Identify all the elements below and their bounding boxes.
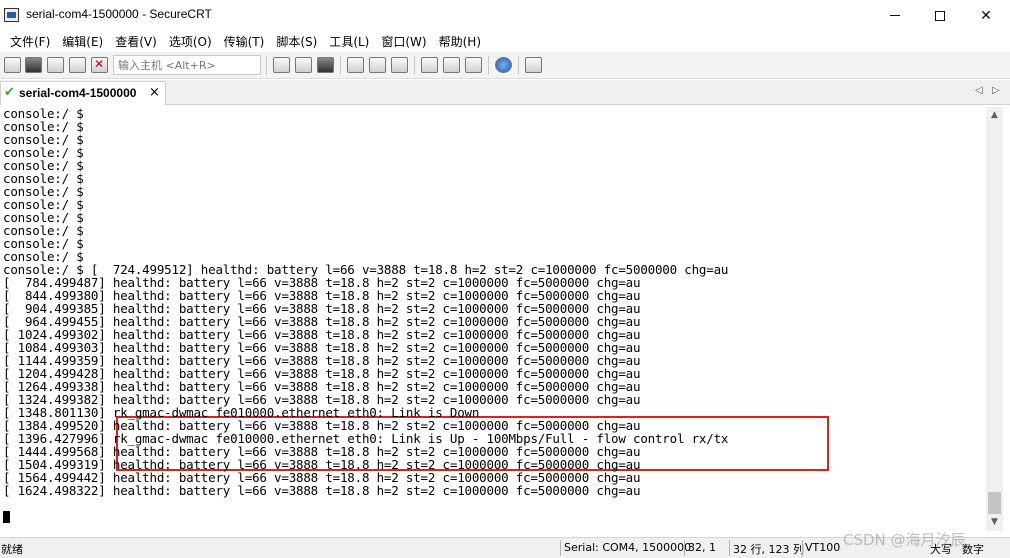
- securecrt-app-icon: [4, 8, 19, 22]
- menu-script[interactable]: 脚本(S): [270, 33, 323, 50]
- menu-bar: 文件(F) 编辑(E) 查看(V) 选项(O) 传输(T) 脚本(S) 工具(L…: [0, 31, 1010, 52]
- status-divider: [684, 540, 685, 556]
- print-screen-icon[interactable]: [391, 57, 408, 73]
- disconnect-icon[interactable]: [91, 57, 108, 73]
- minimize-button[interactable]: [872, 0, 918, 31]
- toolbar-separator: [266, 56, 267, 75]
- toolbar: [0, 52, 1010, 79]
- toolbar-separator: [414, 56, 415, 75]
- scrollbar-thumb[interactable]: [988, 492, 1001, 514]
- status-terminal-size: 32 行, 123 列: [733, 543, 804, 556]
- session-tab-label: serial-com4-1500000: [19, 86, 137, 100]
- window-title: serial-com4-1500000 - SecureCRT: [26, 7, 212, 21]
- copy-icon[interactable]: [273, 57, 290, 73]
- status-divider: [560, 540, 561, 556]
- status-divider: [802, 540, 803, 556]
- status-divider: [729, 540, 730, 556]
- connect-in-tab-icon[interactable]: [47, 57, 64, 73]
- menu-file[interactable]: 文件(F): [4, 33, 56, 50]
- status-cursor-position: 32, 1: [688, 541, 716, 554]
- find-icon[interactable]: [317, 57, 334, 73]
- menu-window[interactable]: 窗口(W): [375, 33, 432, 50]
- minimize-icon: [890, 15, 900, 16]
- tab-prev-icon[interactable]: ◁: [975, 85, 983, 96]
- global-options-icon[interactable]: [443, 57, 460, 73]
- status-ready: 就绪: [1, 543, 23, 556]
- watermark: CSDN @海月汐辰: [843, 531, 966, 549]
- toolbar-separator: [340, 56, 341, 75]
- title-bar: serial-com4-1500000 - SecureCRT ✕: [0, 0, 1010, 31]
- tab-next-icon[interactable]: ▷: [992, 85, 1000, 96]
- reconnect-icon[interactable]: [69, 57, 86, 73]
- scroll-down-icon[interactable]: ▼: [986, 514, 1003, 531]
- session-tab-bar: ✔ serial-com4-1500000 × ◁ ▷: [0, 80, 1010, 105]
- status-session: Serial: COM4, 1500000: [564, 541, 692, 554]
- toolbar-separator: [518, 56, 519, 75]
- menu-transfer[interactable]: 传输(T): [218, 33, 271, 50]
- vertical-scrollbar[interactable]: ▲ ▼: [986, 107, 1003, 531]
- terminal-output[interactable]: console:/ $ console:/ $ console:/ $ console…: [0, 107, 986, 531]
- menu-edit[interactable]: 编辑(E): [56, 33, 109, 50]
- menu-help[interactable]: 帮助(H): [433, 33, 487, 50]
- maximize-button[interactable]: [917, 0, 963, 31]
- print-icon[interactable]: [369, 57, 386, 73]
- menu-options[interactable]: 选项(O): [163, 33, 218, 50]
- close-button[interactable]: ✕: [963, 0, 1009, 31]
- maximize-icon: [935, 10, 945, 21]
- quick-connect-icon[interactable]: [25, 57, 42, 73]
- menu-tools[interactable]: 工具(L): [323, 33, 375, 50]
- status-emulation: VT100: [805, 541, 841, 554]
- terminal-line: [ 1624.498322] healthd: battery l=66 v=3…: [3, 483, 641, 498]
- close-icon: ✕: [980, 7, 992, 24]
- print-setup-icon[interactable]: [347, 57, 364, 73]
- connect-icon[interactable]: [4, 57, 21, 73]
- terminal-cursor: [3, 511, 10, 523]
- toolbar-separator: [488, 56, 489, 75]
- session-tab[interactable]: ✔ serial-com4-1500000 ×: [0, 81, 166, 105]
- quick-connect-input[interactable]: [113, 55, 261, 75]
- scroll-up-icon[interactable]: ▲: [986, 107, 1003, 124]
- keymap-icon[interactable]: [465, 57, 482, 73]
- session-options-icon[interactable]: [421, 57, 438, 73]
- tab-close-icon[interactable]: ×: [149, 85, 160, 100]
- menu-view[interactable]: 查看(V): [109, 33, 163, 50]
- connected-check-icon: ✔: [4, 85, 15, 100]
- sftp-icon[interactable]: [525, 57, 542, 73]
- help-icon[interactable]: [495, 57, 512, 73]
- paste-icon[interactable]: [295, 57, 312, 73]
